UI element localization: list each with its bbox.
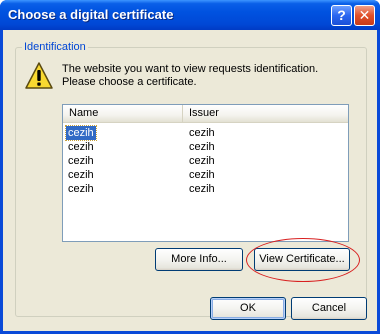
- cell-issuer: cezih: [189, 141, 215, 153]
- cell-name: cezih: [68, 183, 94, 195]
- ok-button[interactable]: OK: [210, 297, 286, 320]
- identification-legend: Identification: [22, 41, 88, 53]
- window-title: Choose a digital certificate: [8, 7, 174, 22]
- help-icon[interactable]: ?: [331, 5, 352, 26]
- cell-name: cezih: [68, 155, 94, 167]
- cell-issuer: cezih: [189, 169, 215, 181]
- more-info-button[interactable]: More Info...: [155, 248, 243, 271]
- view-certificate-button[interactable]: View Certificate...: [254, 248, 350, 271]
- list-header: Name Issuer: [63, 105, 348, 123]
- table-row[interactable]: cezih cezih: [63, 125, 348, 141]
- dialog-client-area: Identification The website you want to v…: [3, 30, 377, 331]
- cell-issuer: cezih: [189, 155, 215, 167]
- cell-name: cezih: [65, 125, 97, 141]
- certificate-list[interactable]: Name Issuer cezih cezih cezih cezih cezi…: [62, 104, 349, 242]
- warning-icon: [25, 62, 53, 89]
- cell-name: cezih: [68, 141, 94, 153]
- message-line-1: The website you want to view requests id…: [62, 63, 319, 75]
- dialog-window: Choose a digital certificate ? ✕ Identif…: [0, 0, 380, 334]
- cell-issuer: cezih: [189, 127, 215, 139]
- identification-message: The website you want to view requests id…: [62, 63, 362, 89]
- column-header-name[interactable]: Name: [63, 105, 183, 122]
- list-rows: cezih cezih cezih cezih cezih cezih cezi…: [63, 125, 348, 196]
- cell-issuer: cezih: [189, 183, 215, 195]
- cell-name: cezih: [68, 169, 94, 181]
- table-row[interactable]: cezih cezih: [63, 182, 348, 196]
- column-header-issuer[interactable]: Issuer: [183, 105, 348, 122]
- table-row[interactable]: cezih cezih: [63, 168, 348, 182]
- title-bar[interactable]: Choose a digital certificate ? ✕: [0, 0, 380, 30]
- table-row[interactable]: cezih cezih: [63, 140, 348, 154]
- table-row[interactable]: cezih cezih: [63, 154, 348, 168]
- close-icon[interactable]: ✕: [354, 5, 375, 26]
- message-line-2: Please choose a certificate.: [62, 76, 197, 88]
- cancel-button[interactable]: Cancel: [291, 297, 367, 320]
